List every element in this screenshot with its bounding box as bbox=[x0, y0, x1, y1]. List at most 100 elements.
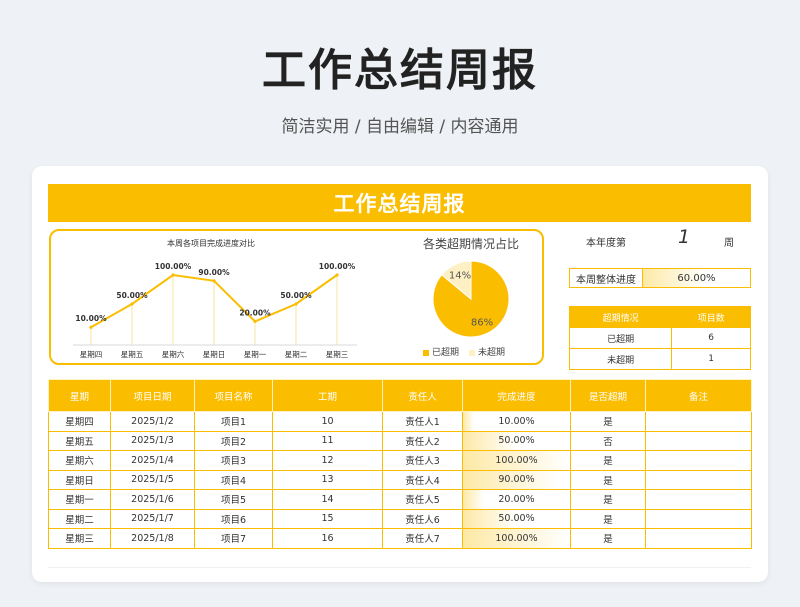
progress-fill bbox=[463, 412, 474, 431]
table-row: 星期日 2025/1/5 项目4 13 责任人4 90.00% 是 bbox=[48, 469, 752, 490]
duration-cell[interactable]: 12 bbox=[272, 450, 383, 471]
project-name-cell[interactable]: 项目6 bbox=[194, 508, 273, 529]
day-cell[interactable]: 星期二 bbox=[48, 508, 111, 529]
date-cell[interactable]: 2025/1/2 bbox=[110, 411, 195, 432]
progress-cell[interactable]: 50.00% bbox=[462, 430, 571, 451]
report-card: 工作总结周报 本周各项目完成进度对比 各类超期情况占比 10.00% 星期四 50.… bbox=[32, 166, 768, 582]
progress-cell[interactable]: 50.00% bbox=[462, 508, 571, 529]
progress-cell[interactable]: 10.00% bbox=[462, 411, 571, 432]
note-cell[interactable] bbox=[645, 528, 752, 549]
day-cell[interactable]: 星期三 bbox=[48, 528, 111, 549]
project-name-cell[interactable]: 项目3 bbox=[194, 450, 273, 471]
note-cell[interactable] bbox=[645, 508, 752, 529]
day-cell[interactable]: 星期五 bbox=[48, 430, 111, 451]
overdue-cell[interactable]: 是 bbox=[570, 489, 646, 510]
header-day: 星期 bbox=[48, 379, 111, 412]
date-cell[interactable]: 2025/1/4 bbox=[110, 450, 195, 471]
project-name-cell[interactable]: 项目2 bbox=[194, 430, 273, 451]
project-table: 星期 项目日期 项目名称 工期 责任人 完成进度 是否超期 备注 星期四 2025… bbox=[48, 379, 752, 549]
table-row: 已超期 6 bbox=[568, 327, 751, 349]
progress-value: 100.00% bbox=[495, 532, 538, 544]
duration-cell[interactable]: 11 bbox=[272, 430, 383, 451]
note-cell[interactable] bbox=[645, 489, 752, 510]
table-row: 星期三 2025/1/8 项目7 16 责任人7 100.00% 是 bbox=[48, 528, 752, 549]
owner-cell[interactable]: 责任人6 bbox=[382, 508, 463, 529]
header-duration: 工期 bbox=[272, 379, 383, 412]
progress-value: 50.00% bbox=[498, 435, 535, 447]
overdue-cell[interactable]: 是 bbox=[570, 411, 646, 432]
overdue-header-status: 超期情况 bbox=[568, 306, 673, 328]
duration-cell[interactable]: 16 bbox=[272, 528, 383, 549]
page-subtitle: 简洁实用 / 自由编辑 / 内容通用 bbox=[281, 117, 519, 137]
week-unit: 周 bbox=[724, 238, 734, 249]
project-name-cell[interactable]: 项目4 bbox=[194, 469, 273, 490]
legend-item-overdue: 已超期 bbox=[423, 345, 459, 358]
date-cell[interactable]: 2025/1/6 bbox=[110, 489, 195, 510]
header-owner: 责任人 bbox=[382, 379, 463, 412]
progress-cell[interactable]: 20.00% bbox=[462, 489, 571, 510]
overdue-status-cell[interactable]: 已超期 bbox=[568, 327, 673, 349]
progress-fill bbox=[463, 490, 485, 509]
owner-cell[interactable]: 责任人2 bbox=[382, 430, 463, 451]
overdue-cell[interactable]: 是 bbox=[570, 528, 646, 549]
overdue-cell[interactable]: 否 bbox=[570, 430, 646, 451]
progress-value: 100.00% bbox=[495, 454, 538, 466]
overdue-header-count: 项目数 bbox=[671, 306, 751, 328]
overall-progress-value: 60.00% bbox=[677, 272, 716, 284]
overdue-count-cell[interactable]: 1 bbox=[671, 348, 751, 370]
owner-cell[interactable]: 责任人4 bbox=[382, 469, 463, 490]
report-banner: 工作总结周报 bbox=[48, 184, 751, 222]
table-footer-line bbox=[48, 567, 751, 568]
duration-cell[interactable]: 10 bbox=[272, 411, 383, 432]
duration-cell[interactable]: 13 bbox=[272, 469, 383, 490]
overdue-count-cell[interactable]: 6 bbox=[671, 327, 751, 349]
note-cell[interactable] bbox=[645, 469, 752, 490]
pie-legend: 已超期 未超期 bbox=[423, 345, 505, 358]
header-note: 备注 bbox=[645, 379, 752, 412]
page-title: 工作总结周报 bbox=[262, 45, 538, 96]
owner-cell[interactable]: 责任人7 bbox=[382, 528, 463, 549]
overdue-summary-table: 超期情况 项目数 已超期 6 未超期 1 bbox=[568, 306, 751, 370]
note-cell[interactable] bbox=[645, 411, 752, 432]
owner-cell[interactable]: 责任人3 bbox=[382, 450, 463, 471]
progress-value: 10.00% bbox=[498, 415, 535, 427]
date-cell[interactable]: 2025/1/8 bbox=[110, 528, 195, 549]
project-name-cell[interactable]: 项目7 bbox=[194, 528, 273, 549]
week-label: 本年度第 bbox=[586, 238, 626, 249]
note-cell[interactable] bbox=[645, 430, 752, 451]
date-cell[interactable]: 2025/1/3 bbox=[110, 430, 195, 451]
header-name: 项目名称 bbox=[194, 379, 273, 412]
legend-swatch bbox=[469, 349, 476, 356]
overall-progress-label: 本周整体进度 bbox=[570, 269, 643, 287]
note-cell[interactable] bbox=[645, 450, 752, 471]
overdue-cell[interactable]: 是 bbox=[570, 469, 646, 490]
legend-item-not-overdue: 未超期 bbox=[469, 345, 505, 358]
overdue-status-cell[interactable]: 未超期 bbox=[568, 348, 673, 370]
overdue-cell[interactable]: 是 bbox=[570, 450, 646, 471]
duration-cell[interactable]: 15 bbox=[272, 508, 383, 529]
chart-panel: 本周各项目完成进度对比 各类超期情况占比 10.00% 星期四 50.00% 星期五 1… bbox=[49, 229, 544, 365]
progress-cell[interactable]: 100.00% bbox=[462, 450, 571, 471]
duration-cell[interactable]: 14 bbox=[272, 489, 383, 510]
progress-cell[interactable]: 100.00% bbox=[462, 528, 571, 549]
overdue-cell[interactable]: 是 bbox=[570, 508, 646, 529]
legend-label: 未超期 bbox=[478, 348, 506, 358]
day-cell[interactable]: 星期日 bbox=[48, 469, 111, 490]
progress-cell[interactable]: 90.00% bbox=[462, 469, 571, 490]
date-cell[interactable]: 2025/1/7 bbox=[110, 508, 195, 529]
table-row: 星期二 2025/1/7 项目6 15 责任人6 50.00% 是 bbox=[48, 508, 752, 529]
day-cell[interactable]: 星期六 bbox=[48, 450, 111, 471]
day-cell[interactable]: 星期四 bbox=[48, 411, 111, 432]
project-name-cell[interactable]: 项目1 bbox=[194, 411, 273, 432]
project-name-cell[interactable]: 项目5 bbox=[194, 489, 273, 510]
table-row: 星期五 2025/1/3 项目2 11 责任人2 50.00% 否 bbox=[48, 430, 752, 451]
owner-cell[interactable]: 责任人5 bbox=[382, 489, 463, 510]
overall-progress-value-cell[interactable]: 60.00% bbox=[643, 269, 750, 287]
week-number[interactable]: 1 bbox=[678, 226, 690, 248]
owner-cell[interactable]: 责任人1 bbox=[382, 411, 463, 432]
date-cell[interactable]: 2025/1/5 bbox=[110, 469, 195, 490]
day-cell[interactable]: 星期一 bbox=[48, 489, 111, 510]
overall-progress: 本周整体进度 60.00% bbox=[569, 268, 751, 288]
progress-value: 90.00% bbox=[498, 474, 535, 486]
progress-value: 50.00% bbox=[498, 513, 535, 525]
